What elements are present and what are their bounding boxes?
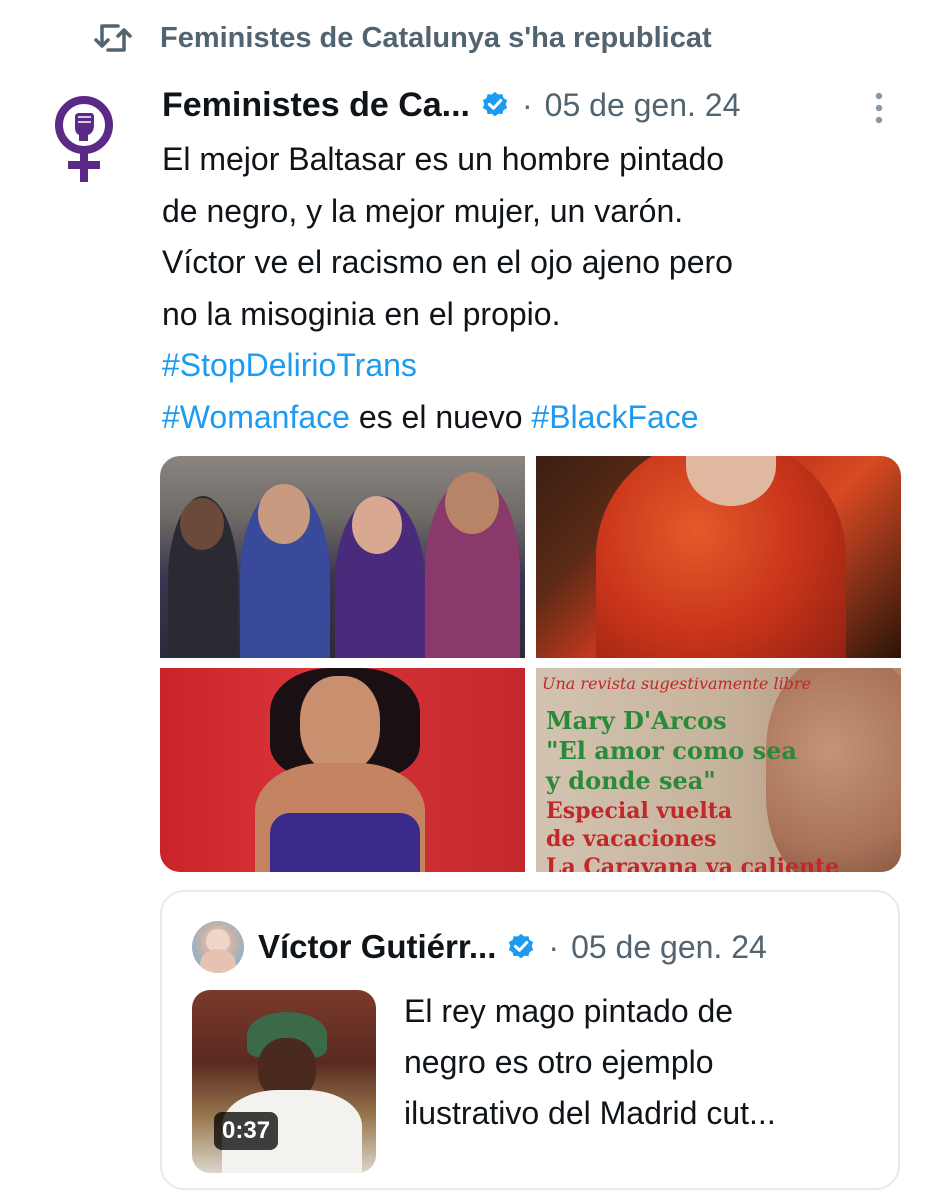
video-duration-badge: 0:37: [214, 1112, 279, 1150]
media-image-red-jacket[interactable]: [536, 456, 901, 658]
quoted-text-line: ilustrativo del Madrid cut...: [404, 1095, 776, 1131]
tweet-text-line: El mejor Baltasar es un hombre pintado: [162, 141, 725, 177]
hashtag-link[interactable]: #StopDelirioTrans: [162, 347, 417, 383]
magazine-headline: de vacaciones: [546, 826, 717, 852]
quoted-author-avatar[interactable]: [192, 921, 244, 973]
verified-badge-icon: [482, 91, 508, 117]
repost-label[interactable]: Feministes de Catalunya s'ha republicat: [160, 22, 712, 55]
verified-badge-icon: [509, 933, 534, 959]
tweet-text-line: no la misoginia en el propio.: [162, 295, 561, 332]
quoted-video-thumbnail[interactable]: 0:37: [192, 990, 376, 1173]
author-name[interactable]: Feministes de Ca...: [162, 86, 470, 125]
tweet-separator: ·: [522, 86, 533, 123]
magazine-tagline: Una revista sugestivamente libre: [542, 674, 812, 693]
tweet-text-line: Víctor ve el racismo en el ojo ajeno per…: [162, 244, 733, 280]
magazine-headline: La Caravana va caliente: [546, 854, 840, 872]
tweet-text-line: de negro, y la mejor mujer, un varón.: [162, 192, 684, 229]
quoted-author-name[interactable]: Víctor Gutiérr...: [258, 928, 496, 966]
more-options-icon[interactable]: [866, 88, 892, 128]
quoted-tweet-text: El rey mago pintado de negro es otro eje…: [404, 986, 874, 1139]
quoted-text-line: El rey mago pintado de: [404, 993, 734, 1029]
hashtag-link[interactable]: #BlackFace: [531, 399, 698, 435]
magazine-headline: Mary D'Arcos: [546, 706, 727, 735]
quoted-text-line: negro es otro ejemplo: [404, 1044, 714, 1080]
tweet-text: El mejor Baltasar es un hombre pintado d…: [162, 134, 882, 443]
quoted-tweet-date[interactable]: 05 de gen. 24: [571, 929, 767, 966]
hashtag-link[interactable]: #Womanface: [162, 399, 350, 435]
media-image-group-photo[interactable]: [160, 456, 525, 658]
quoted-tweet-header: Víctor Gutiérr... · 05 de gen. 24: [258, 922, 767, 972]
media-image-magazine-cover[interactable]: Una revista sugestivamente libre Mary D'…: [536, 668, 901, 872]
magazine-headline: y donde sea": [546, 766, 716, 795]
magazine-headline: Especial vuelta: [546, 798, 733, 824]
repost-indicator[interactable]: Feministes de Catalunya s'ha republicat: [92, 18, 712, 58]
magazine-headline: "El amor como sea: [546, 736, 797, 765]
tweet-text-fragment: es el nuevo: [349, 398, 532, 435]
repost-icon: [94, 24, 132, 52]
tweet-header: Feministes de Ca... · 05 de gen. 24: [162, 82, 740, 128]
media-grid: Una revista sugestivamente libre Mary D'…: [160, 456, 901, 872]
quoted-tweet-card[interactable]: Víctor Gutiérr... · 05 de gen. 24 0:37 E…: [160, 890, 900, 1190]
tweet-date[interactable]: 05 de gen. 24: [545, 87, 741, 124]
media-image-red-carpet[interactable]: [160, 668, 525, 872]
quoted-tweet-separator: ·: [548, 928, 560, 965]
feminist-fist-symbol-avatar[interactable]: [50, 95, 120, 185]
